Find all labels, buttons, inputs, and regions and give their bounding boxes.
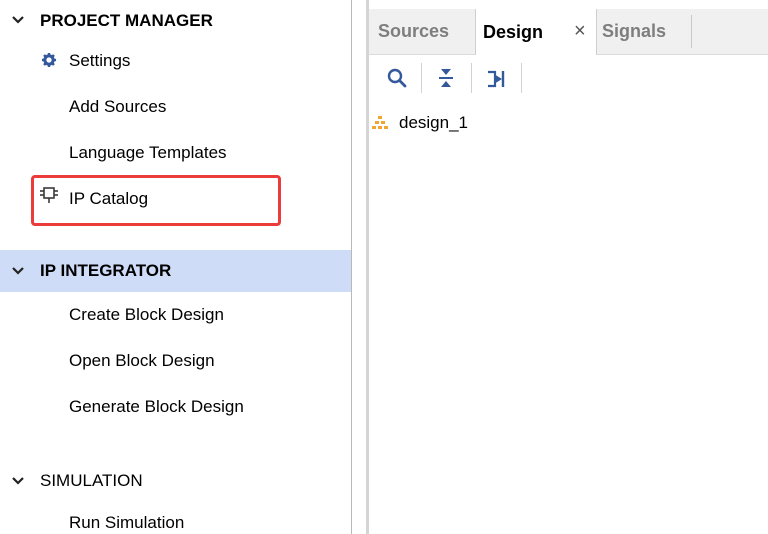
nav-item-language-templates[interactable]: Language Templates	[69, 143, 227, 163]
nav-item-add-sources[interactable]: Add Sources	[69, 97, 166, 117]
chevron-down-icon[interactable]	[11, 264, 25, 278]
nav-item-generate-block-design[interactable]: Generate Block Design	[69, 397, 244, 417]
toolbar-separator	[471, 63, 472, 93]
tab-divider	[691, 15, 692, 48]
tab-bar: Sources Design × Signals	[369, 9, 768, 55]
toolbar-separator	[421, 63, 422, 93]
section-project-manager[interactable]: PROJECT MANAGER	[0, 0, 351, 42]
panel-toolbar	[369, 55, 768, 101]
section-title: PROJECT MANAGER	[40, 11, 213, 30]
tree-item-design-1[interactable]: design_1	[369, 110, 768, 136]
nav-item-open-block-design[interactable]: Open Block Design	[69, 351, 215, 371]
tree-item-label: design_1	[399, 113, 469, 132]
tab-signals[interactable]: Signals	[602, 9, 666, 54]
chevron-down-icon[interactable]	[11, 13, 25, 27]
section-simulation[interactable]: SIMULATION	[0, 460, 351, 502]
nav-item-settings[interactable]: Settings	[69, 51, 130, 71]
tab-label: Signals	[602, 21, 667, 41]
close-icon[interactable]: ×	[574, 20, 586, 43]
flow-navigator: PROJECT MANAGER Settings Add Sources Lan…	[0, 0, 351, 534]
highlight-box	[31, 175, 281, 226]
tab-design[interactable]: Design ×	[475, 9, 597, 55]
section-ip-integrator[interactable]: IP INTEGRATOR	[0, 250, 351, 292]
toolbar-separator	[521, 63, 522, 93]
navigator-divider[interactable]	[351, 0, 352, 534]
nav-item-run-simulation[interactable]: Run Simulation	[69, 513, 184, 533]
section-title: SIMULATION	[40, 471, 143, 490]
gear-icon	[41, 52, 57, 68]
block-design-icon	[372, 116, 388, 129]
search-icon[interactable]	[385, 66, 409, 90]
tab-label: Sources	[378, 21, 450, 41]
tab-label: Design	[483, 21, 544, 42]
expand-icon[interactable]	[484, 66, 508, 90]
nav-item-create-block-design[interactable]: Create Block Design	[69, 305, 224, 325]
chevron-down-icon[interactable]	[11, 474, 25, 488]
tab-sources[interactable]: Sources	[378, 9, 449, 54]
section-title: IP INTEGRATOR	[40, 261, 172, 280]
collapse-all-icon[interactable]	[434, 66, 458, 90]
